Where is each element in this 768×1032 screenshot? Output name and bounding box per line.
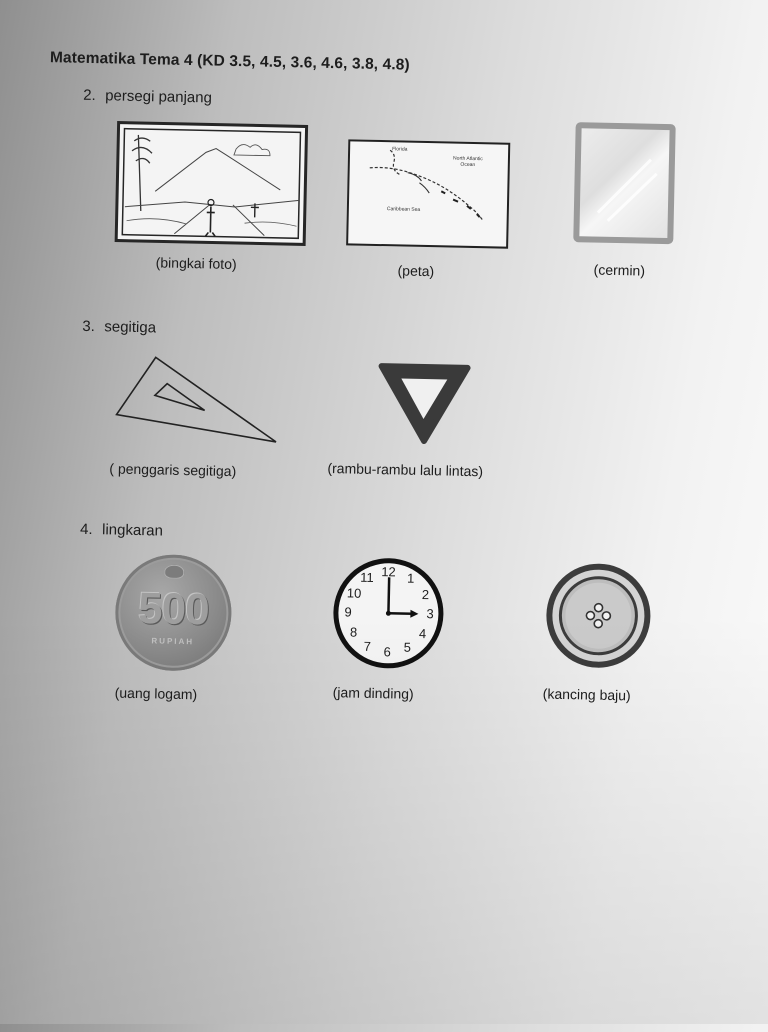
- caption-peta: (peta): [397, 262, 435, 280]
- clock-numeral-12: 12: [381, 564, 396, 580]
- caption-uang-logam: (uang logam): [114, 684, 198, 703]
- caption-rambu-lalu-lintas: (rambu-rambu lalu lintas): [327, 459, 484, 480]
- caption-penggaris-segitiga: ( penggaris segitiga): [109, 460, 237, 480]
- section-persegi-panjang: 2. persegi panjang: [83, 87, 212, 107]
- wall-clock-icon: 12 1 2 3 4 5 6 7 8 9 10 11: [329, 554, 447, 672]
- section-name: persegi panjang: [105, 87, 213, 107]
- map-label-ocean: North Atlantic Ocean: [453, 155, 483, 169]
- yield-sign-icon: [378, 363, 471, 445]
- section-name: lingkaran: [101, 521, 164, 540]
- clock-numeral-1: 1: [406, 570, 415, 586]
- clock-numeral-7: 7: [363, 638, 372, 654]
- caption-kancing-baju: (kancing baju): [542, 685, 631, 704]
- section-segitiga: 3. segitiga: [82, 318, 156, 337]
- section-name: segitiga: [104, 318, 157, 337]
- garuda-emblem-icon: [164, 564, 185, 580]
- section-number: 3.: [82, 317, 96, 336]
- caption-jam-dinding: (jam dinding): [332, 684, 414, 702]
- coin-unit: RUPIAH: [151, 636, 195, 647]
- map-label-caribbean: Caribbean Sea: [386, 206, 421, 213]
- clock-numeral-2: 2: [421, 586, 430, 603]
- clock-numeral-11: 11: [360, 569, 374, 585]
- clock-numeral-5: 5: [403, 639, 412, 655]
- section-number: 4.: [79, 520, 93, 539]
- section-number: 2.: [83, 86, 96, 105]
- caption-bingkai-foto: (bingkai foto): [155, 254, 237, 273]
- clock-numeral-10: 10: [346, 585, 362, 601]
- worksheet-page: Matematika Tema 4 (KD 3.5, 4.5, 3.6, 4.6…: [0, 0, 768, 1032]
- photo-frame-icon: [114, 121, 309, 246]
- caption-cermin: (cermin): [593, 261, 646, 279]
- triangle-ruler-icon: [115, 356, 277, 443]
- clock-numeral-8: 8: [349, 624, 358, 640]
- section-lingkaran: 4. lingkaran: [80, 521, 163, 540]
- clock-numeral-3: 3: [426, 606, 434, 622]
- button-icon: [546, 563, 651, 668]
- clock-numeral-9: 9: [344, 604, 352, 620]
- coin-value: 500: [137, 584, 210, 635]
- map-label-florida: Florida: [392, 146, 408, 153]
- map-icon: Florida North Atlantic Ocean Caribbean S…: [346, 139, 511, 249]
- clock-numeral-6: 6: [383, 644, 391, 660]
- mirror-icon: [573, 122, 676, 245]
- page-title: Matematika Tema 4 (KD 3.5, 4.5, 3.6, 4.6…: [49, 49, 410, 74]
- clock-numeral-4: 4: [418, 625, 427, 642]
- coin-icon: 500 RUPIAH: [114, 553, 233, 672]
